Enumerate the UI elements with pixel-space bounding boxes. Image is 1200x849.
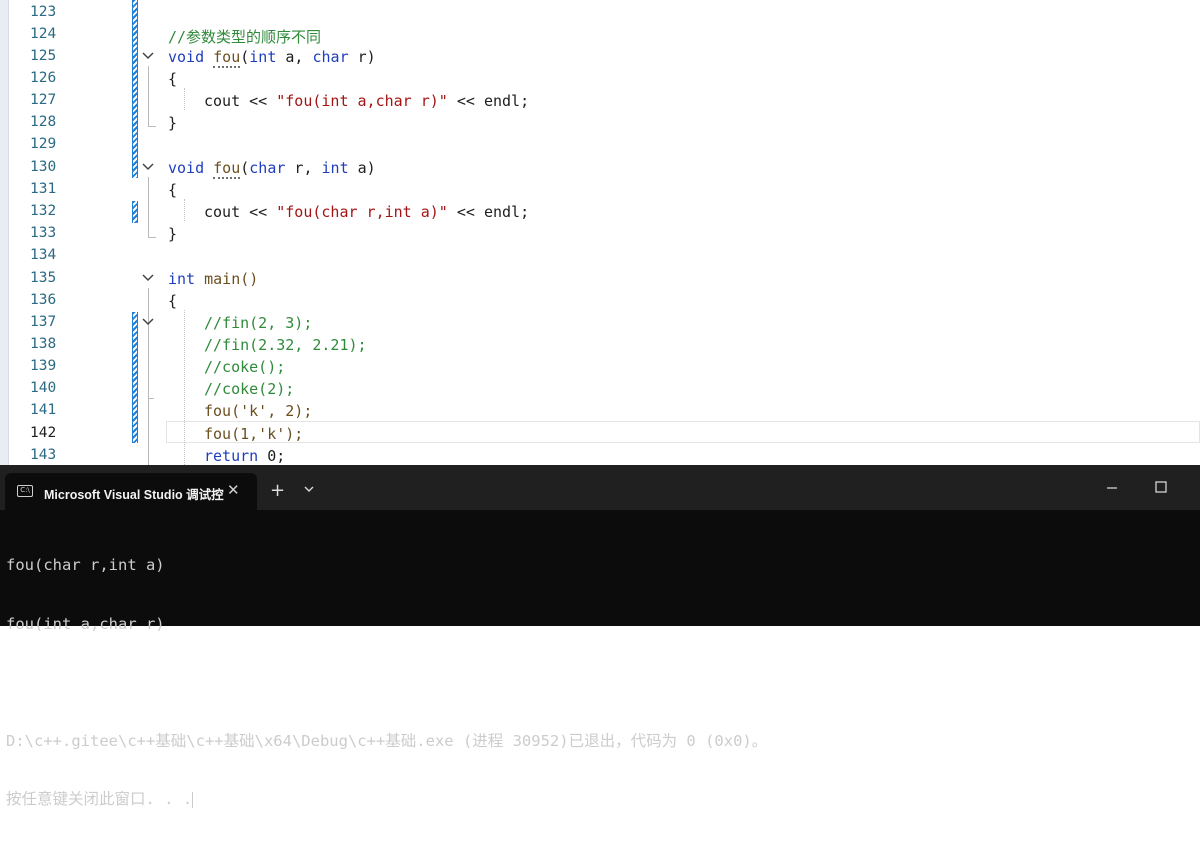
code-brace: { bbox=[168, 181, 178, 199]
console-line: D:\c++.gitee\c++基础\c++基础\x64\Debug\c++基础… bbox=[6, 731, 768, 750]
code-line[interactable]: 127 cout << "fou(int a,char r)" << endl; bbox=[0, 90, 1200, 112]
code-line[interactable]: 139 //coke(); bbox=[0, 356, 1200, 378]
line-number: 128 bbox=[30, 114, 57, 130]
minimize-icon[interactable] bbox=[1105, 481, 1119, 495]
new-tab-button[interactable]: + bbox=[270, 480, 285, 501]
code-text: return 0; bbox=[204, 447, 286, 465]
line-number: 131 bbox=[30, 181, 57, 197]
code-line[interactable]: 129 bbox=[0, 134, 1200, 156]
line-number: 126 bbox=[30, 70, 57, 86]
code-text: int main() bbox=[168, 270, 259, 288]
line-number: 139 bbox=[30, 358, 57, 374]
debug-console-window[interactable]: C:\ Microsoft Visual Studio 调试控 ✕ + fou(… bbox=[0, 465, 1200, 808]
line-number: 136 bbox=[30, 292, 57, 308]
code-line[interactable]: 138 //fin(2.32, 2.21); bbox=[0, 334, 1200, 356]
line-number: 132 bbox=[30, 203, 57, 219]
terminal-tab-bar: C:\ Microsoft Visual Studio 调试控 ✕ + bbox=[0, 465, 1200, 510]
maximize-icon[interactable] bbox=[1155, 481, 1167, 493]
line-number: 129 bbox=[30, 136, 57, 152]
code-line[interactable]: 128 } bbox=[0, 112, 1200, 134]
line-number: 125 bbox=[30, 48, 57, 64]
code-brace: } bbox=[168, 114, 178, 132]
code-text: fou(1,'k'); bbox=[204, 425, 304, 443]
code-text: fou('k', 2); bbox=[204, 402, 313, 420]
line-number: 140 bbox=[30, 380, 57, 396]
text-cursor bbox=[192, 791, 194, 808]
code-text: cout << "fou(char r,int a)" << endl; bbox=[204, 203, 530, 221]
chevron-down-icon[interactable] bbox=[303, 483, 315, 495]
line-number: 138 bbox=[30, 336, 57, 352]
line-number: 123 bbox=[30, 4, 57, 20]
console-line: fou(int a,char r) bbox=[6, 614, 165, 633]
code-line[interactable]: 126 { bbox=[0, 68, 1200, 90]
code-text: cout << "fou(int a,char r)" << endl; bbox=[204, 92, 530, 110]
code-line[interactable]: 142 fou(1,'k'); bbox=[0, 423, 1200, 445]
code-brace: { bbox=[168, 292, 178, 310]
console-icon: C:\ bbox=[17, 485, 33, 497]
code-brace: } bbox=[168, 225, 178, 243]
line-number: 137 bbox=[30, 314, 57, 330]
console-line: fou(char r,int a) bbox=[6, 556, 165, 574]
line-number: 130 bbox=[30, 159, 57, 175]
line-number: 133 bbox=[30, 225, 57, 241]
line-number: 134 bbox=[30, 247, 57, 263]
code-line[interactable]: 136 { bbox=[0, 290, 1200, 312]
code-comment: //coke(); bbox=[204, 358, 286, 376]
terminal-tab[interactable]: C:\ Microsoft Visual Studio 调试控 ✕ bbox=[5, 473, 257, 510]
line-number: 135 bbox=[30, 270, 57, 286]
console-output[interactable]: fou(char r,int a) fou(int a,char r) D:\c… bbox=[6, 517, 767, 849]
code-comment: //coke(2); bbox=[204, 380, 295, 398]
code-line[interactable]: 133 } bbox=[0, 223, 1200, 245]
code-line[interactable]: 135 int main() bbox=[0, 268, 1200, 290]
tab-title: Microsoft Visual Studio 调试控 bbox=[44, 488, 224, 502]
code-comment: //参数类型的顺序不同 bbox=[168, 28, 322, 46]
line-number: 142 bbox=[30, 425, 57, 441]
code-line[interactable]: 124 //参数类型的顺序不同 bbox=[0, 24, 1200, 46]
line-number: 143 bbox=[30, 447, 57, 463]
code-text: void fou(char r, int a) bbox=[168, 159, 376, 179]
code-line[interactable]: 137 //fin(2, 3); bbox=[0, 312, 1200, 334]
code-line[interactable]: 141 fou('k', 2); bbox=[0, 400, 1200, 422]
code-comment: //fin(2, 3); bbox=[204, 314, 313, 332]
line-number: 124 bbox=[30, 26, 57, 42]
console-line: 按任意键关闭此窗口. . . bbox=[6, 790, 194, 808]
code-line[interactable]: 132 cout << "fou(char r,int a)" << endl; bbox=[0, 201, 1200, 223]
code-text: void fou(int a, char r) bbox=[168, 48, 376, 68]
code-line[interactable]: 131 { bbox=[0, 179, 1200, 201]
code-line[interactable]: 143 return 0; bbox=[0, 445, 1200, 465]
code-line[interactable]: 130 void fou(char r, int a) bbox=[0, 157, 1200, 179]
code-comment: //fin(2.32, 2.21); bbox=[204, 336, 367, 354]
code-brace: { bbox=[168, 70, 178, 88]
tab-close-button[interactable]: ✕ bbox=[227, 481, 240, 499]
code-line[interactable]: 134 bbox=[0, 245, 1200, 267]
code-editor[interactable]: 123 124 //参数类型的顺序不同 125 void fou(int a, … bbox=[0, 0, 1200, 465]
code-line[interactable]: 125 void fou(int a, char r) bbox=[0, 46, 1200, 68]
line-number: 127 bbox=[30, 92, 57, 108]
code-line[interactable]: 123 bbox=[0, 2, 1200, 24]
code-line[interactable]: 140 //coke(2); bbox=[0, 378, 1200, 400]
line-number: 141 bbox=[30, 402, 57, 418]
